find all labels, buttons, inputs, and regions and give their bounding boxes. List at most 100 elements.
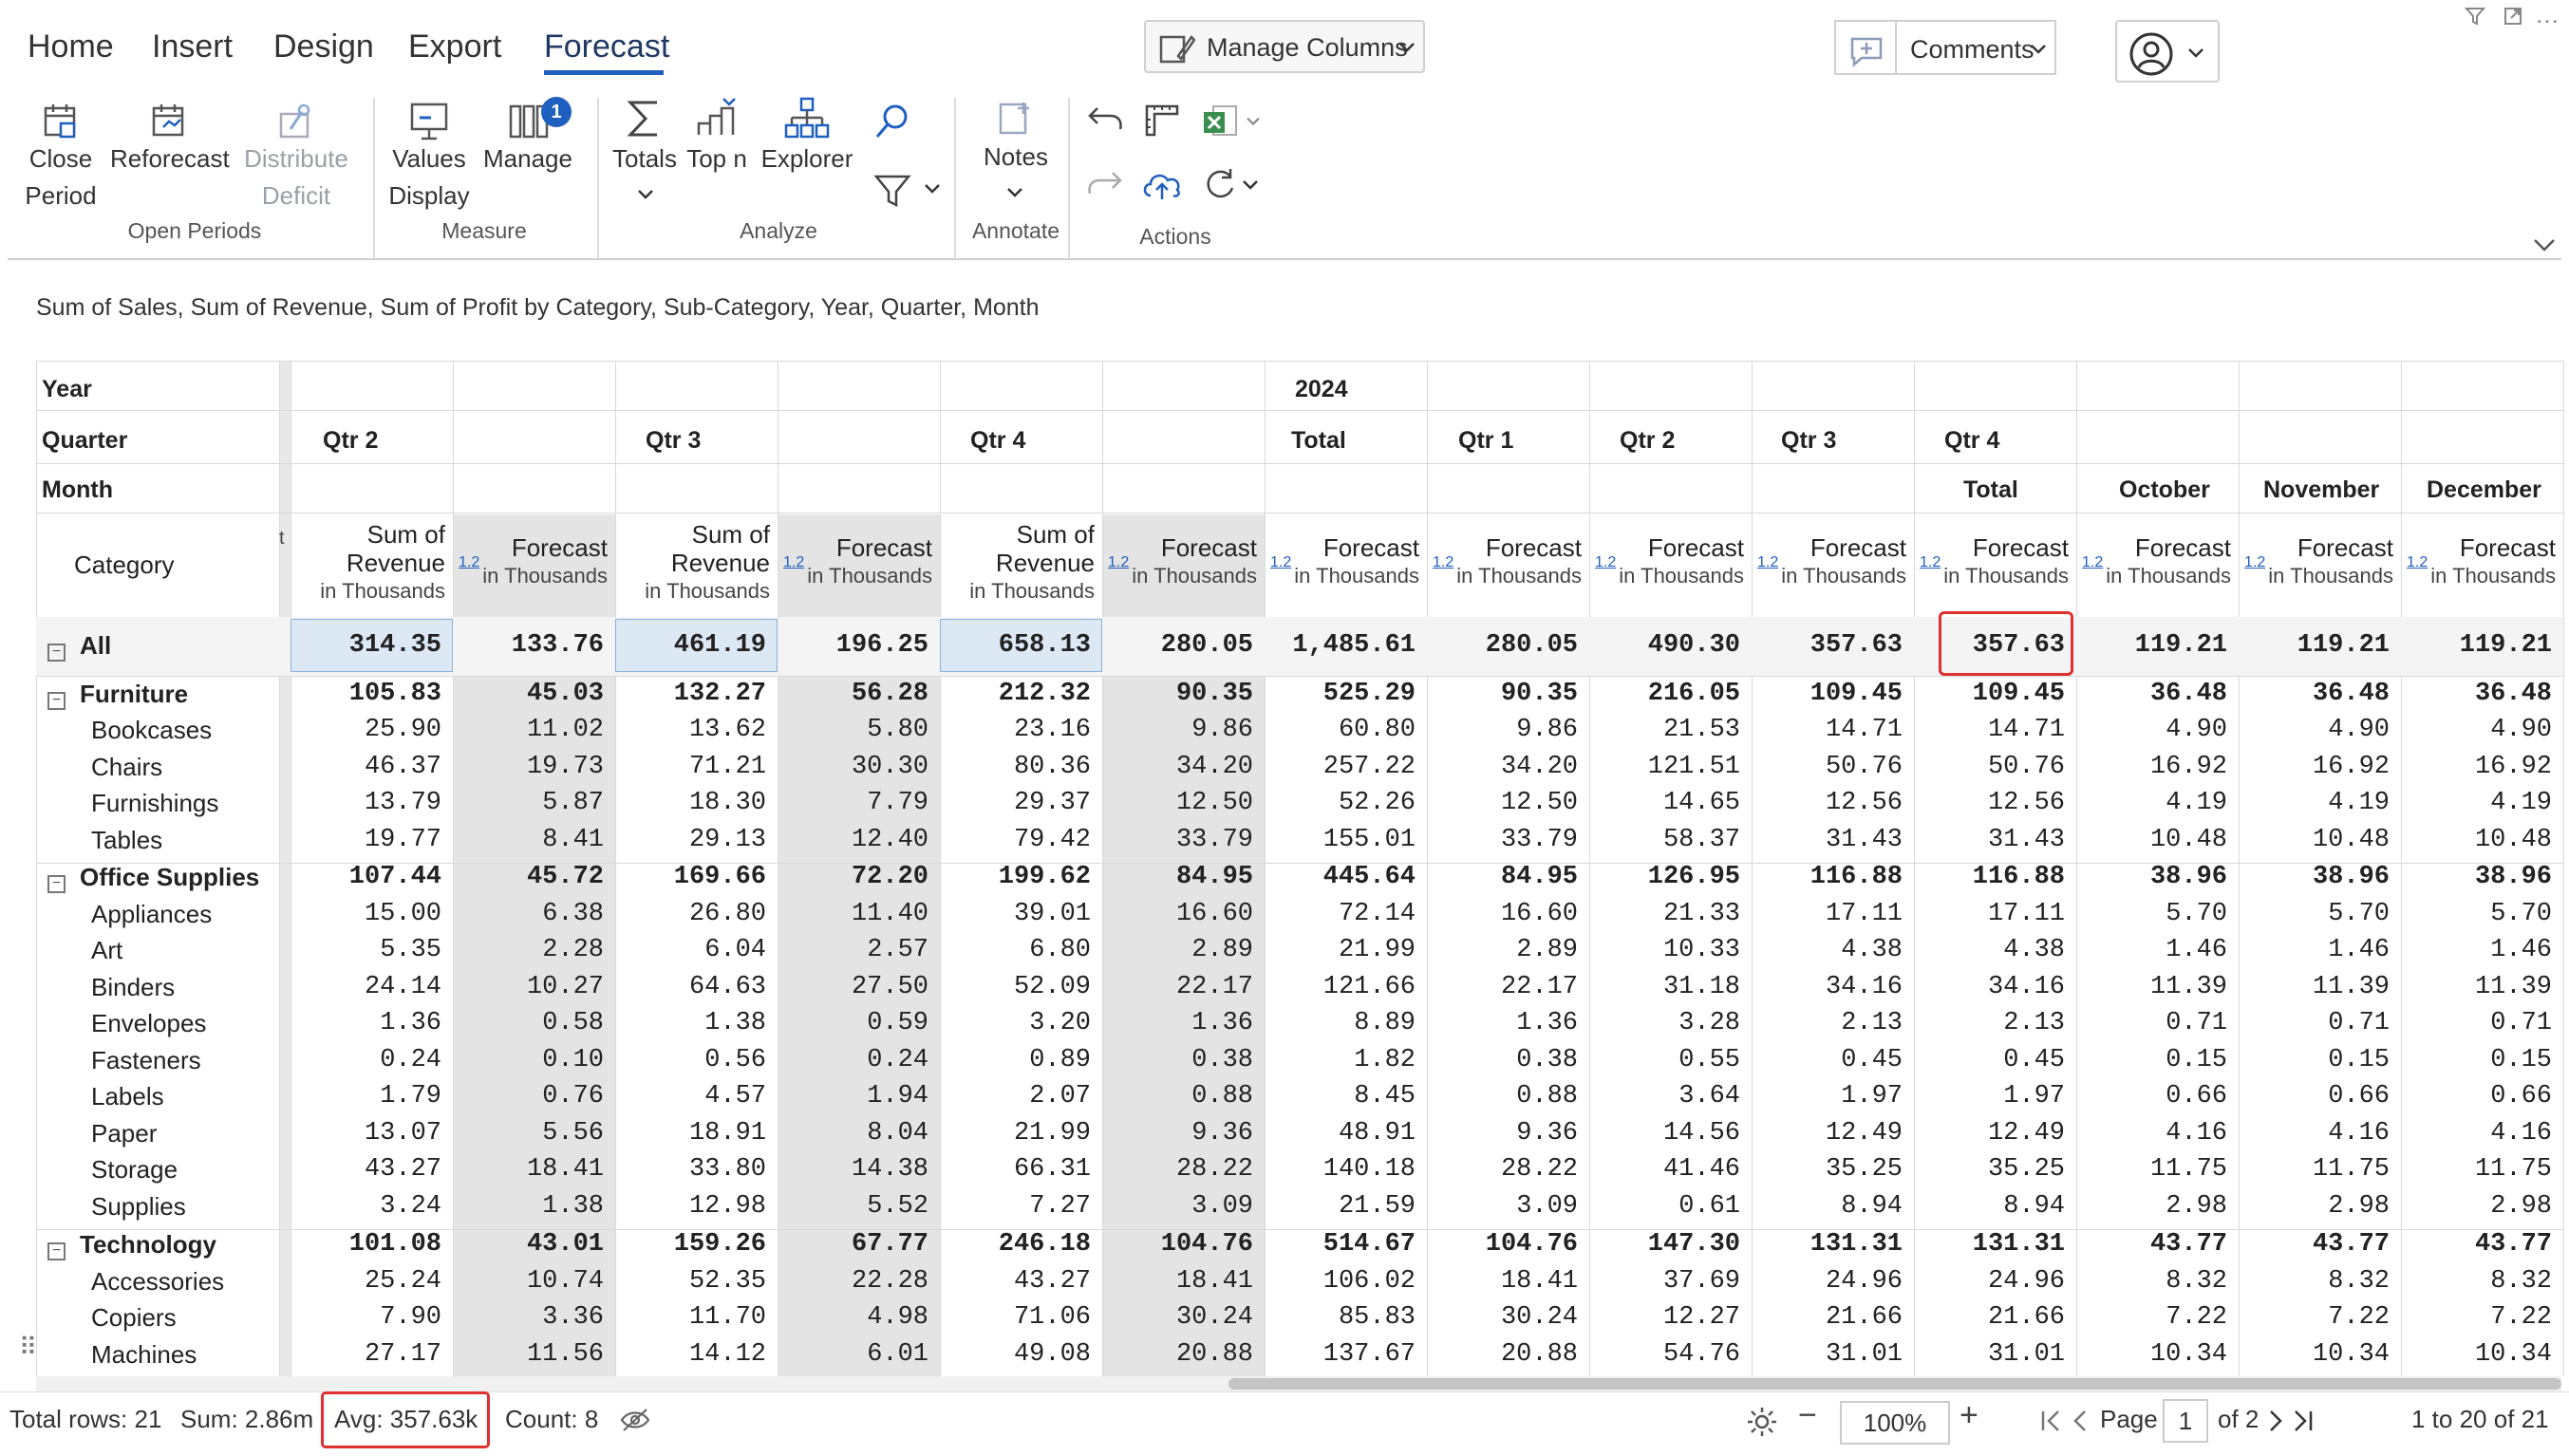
value-cell[interactable]: 90.35 xyxy=(1427,676,1578,712)
value-cell[interactable]: 72.14 xyxy=(1265,896,1416,932)
value-cell[interactable]: 16.92 xyxy=(2401,749,2552,785)
value-cell[interactable]: 18.41 xyxy=(1102,1263,1253,1299)
value-cell[interactable]: 514.67 xyxy=(1265,1226,1416,1262)
value-cell[interactable]: 4.38 xyxy=(1914,932,2065,968)
value-cell[interactable]: 7.90 xyxy=(291,1299,441,1335)
value-cell[interactable]: 14.71 xyxy=(1914,712,2065,748)
first-page-icon[interactable] xyxy=(2039,1409,2062,1433)
collapse-toggle[interactable]: − xyxy=(47,875,66,893)
value-cell[interactable]: 45.72 xyxy=(453,859,604,895)
value-cell[interactable]: 5.70 xyxy=(2239,896,2390,932)
value-cell[interactable]: 11.75 xyxy=(2239,1151,2390,1187)
value-cell[interactable]: 11.02 xyxy=(453,712,604,748)
value-cell[interactable]: 72.20 xyxy=(778,859,928,895)
value-cell[interactable]: 71.21 xyxy=(615,749,766,785)
value-cell[interactable]: 90.35 xyxy=(1102,676,1253,712)
tab-insert[interactable]: Insert xyxy=(152,28,233,65)
value-cell[interactable]: 109.45 xyxy=(1752,676,1903,712)
value-cell[interactable]: 0.66 xyxy=(2239,1078,2390,1114)
value-cell[interactable]: 31.01 xyxy=(1914,1336,2065,1372)
value-cell[interactable]: 2.98 xyxy=(2401,1188,2552,1224)
sum-of-revenue-header[interactable]: Sum of Revenue in Thousands xyxy=(940,520,1095,606)
horizontal-scrollbar-thumb[interactable] xyxy=(1228,1378,2561,1390)
tab-home[interactable]: Home xyxy=(28,28,114,65)
precision-tag[interactable]: 1.2 xyxy=(1595,554,1616,571)
value-cell[interactable]: 119.21 xyxy=(2076,627,2227,663)
value-cell[interactable]: 10.74 xyxy=(453,1263,604,1299)
value-cell[interactable]: 8.32 xyxy=(2076,1263,2227,1299)
value-cell[interactable]: 27.17 xyxy=(291,1336,441,1372)
value-cell[interactable]: 10.27 xyxy=(453,969,604,1005)
precision-tag[interactable]: 1.2 xyxy=(1108,554,1129,571)
value-cell[interactable]: 11.39 xyxy=(2076,969,2227,1005)
value-cell[interactable]: 5.70 xyxy=(2401,896,2552,932)
value-cell[interactable]: 104.76 xyxy=(1102,1226,1253,1262)
value-cell[interactable]: 11.75 xyxy=(2401,1151,2552,1187)
value-cell[interactable]: 9.86 xyxy=(1102,712,1253,748)
value-cell[interactable]: 140.18 xyxy=(1265,1151,1416,1187)
chevron-down-icon[interactable] xyxy=(924,182,941,196)
value-cell[interactable]: 37.69 xyxy=(1589,1263,1740,1299)
value-cell[interactable]: 2.57 xyxy=(778,932,928,968)
value-cell[interactable]: 155.01 xyxy=(1265,822,1416,858)
value-cell[interactable]: 9.86 xyxy=(1427,712,1578,748)
value-cell[interactable]: 109.45 xyxy=(1914,676,2065,712)
focus-mode-icon[interactable] xyxy=(2503,6,2523,27)
value-cell[interactable]: 196.25 xyxy=(778,627,928,663)
value-cell[interactable]: 27.50 xyxy=(778,969,928,1005)
comments-dropdown[interactable]: Comments xyxy=(1895,20,2056,75)
value-cell[interactable]: 66.31 xyxy=(940,1151,1091,1187)
value-cell[interactable]: 14.12 xyxy=(615,1336,766,1372)
collapse-toggle[interactable]: − xyxy=(47,644,66,662)
chevron-down-icon[interactable] xyxy=(1246,116,1261,127)
value-cell[interactable]: 84.95 xyxy=(1102,859,1253,895)
explorer-button[interactable]: Explorer xyxy=(756,140,858,177)
value-cell[interactable]: 10.48 xyxy=(2076,822,2227,858)
value-cell[interactable]: 39.01 xyxy=(940,896,1091,932)
value-cell[interactable]: 12.49 xyxy=(1752,1115,1903,1151)
value-cell[interactable]: 29.13 xyxy=(615,822,766,858)
totals-button[interactable]: Totals xyxy=(604,140,685,177)
drag-handle-icon[interactable]: ⠿ xyxy=(19,1333,37,1362)
value-cell[interactable]: 0.45 xyxy=(1914,1042,2065,1078)
value-cell[interactable]: 41.46 xyxy=(1589,1151,1740,1187)
more-options-icon[interactable]: … xyxy=(2535,0,2560,29)
value-cell[interactable]: 11.56 xyxy=(453,1336,604,1372)
value-cell[interactable]: 8.04 xyxy=(778,1115,928,1151)
zoom-input[interactable]: 100% xyxy=(1840,1401,1950,1445)
value-cell[interactable]: 7.79 xyxy=(778,785,928,821)
value-cell[interactable]: 4.90 xyxy=(2401,712,2552,748)
value-cell[interactable]: 4.16 xyxy=(2239,1115,2390,1151)
value-cell[interactable]: 357.63 xyxy=(1752,627,1903,663)
value-cell[interactable]: 18.91 xyxy=(615,1115,766,1151)
user-menu-button[interactable] xyxy=(2115,20,2220,83)
precision-tag[interactable]: 1.2 xyxy=(2244,554,2265,571)
value-cell[interactable]: 6.01 xyxy=(778,1336,928,1372)
value-cell[interactable]: 9.36 xyxy=(1427,1115,1578,1151)
precision-tag[interactable]: 1.2 xyxy=(1757,554,1778,571)
tab-forecast[interactable]: Forecast xyxy=(544,28,669,65)
page-input[interactable]: 1 xyxy=(2163,1399,2208,1443)
value-cell[interactable]: 19.73 xyxy=(453,749,604,785)
value-cell[interactable]: 2.89 xyxy=(1102,932,1253,968)
value-cell[interactable]: 246.18 xyxy=(940,1226,1091,1262)
value-cell[interactable]: 34.20 xyxy=(1102,749,1253,785)
value-cell[interactable]: 147.30 xyxy=(1589,1226,1740,1262)
value-cell[interactable]: 16.92 xyxy=(2076,749,2227,785)
precision-tag[interactable]: 1.2 xyxy=(2082,554,2103,571)
value-cell[interactable]: 10.48 xyxy=(2401,822,2552,858)
value-cell[interactable]: 21.66 xyxy=(1914,1299,2065,1335)
value-cell[interactable]: 35.25 xyxy=(1752,1151,1903,1187)
value-cell[interactable]: 116.88 xyxy=(1752,859,1903,895)
value-cell[interactable]: 0.71 xyxy=(2239,1005,2390,1041)
settings-gear-icon[interactable] xyxy=(1745,1405,1779,1439)
value-cell[interactable]: 33.79 xyxy=(1427,822,1578,858)
collapse-ribbon-icon[interactable] xyxy=(2533,237,2556,252)
add-comment-button[interactable] xyxy=(1834,20,1895,75)
value-cell[interactable]: 50.76 xyxy=(1752,749,1903,785)
value-cell[interactable]: 43.77 xyxy=(2401,1226,2552,1262)
value-cell[interactable]: 31.43 xyxy=(1752,822,1903,858)
precision-tag[interactable]: 1.2 xyxy=(1433,554,1453,571)
value-cell[interactable]: 12.98 xyxy=(615,1188,766,1224)
value-cell[interactable]: 0.15 xyxy=(2401,1042,2552,1078)
